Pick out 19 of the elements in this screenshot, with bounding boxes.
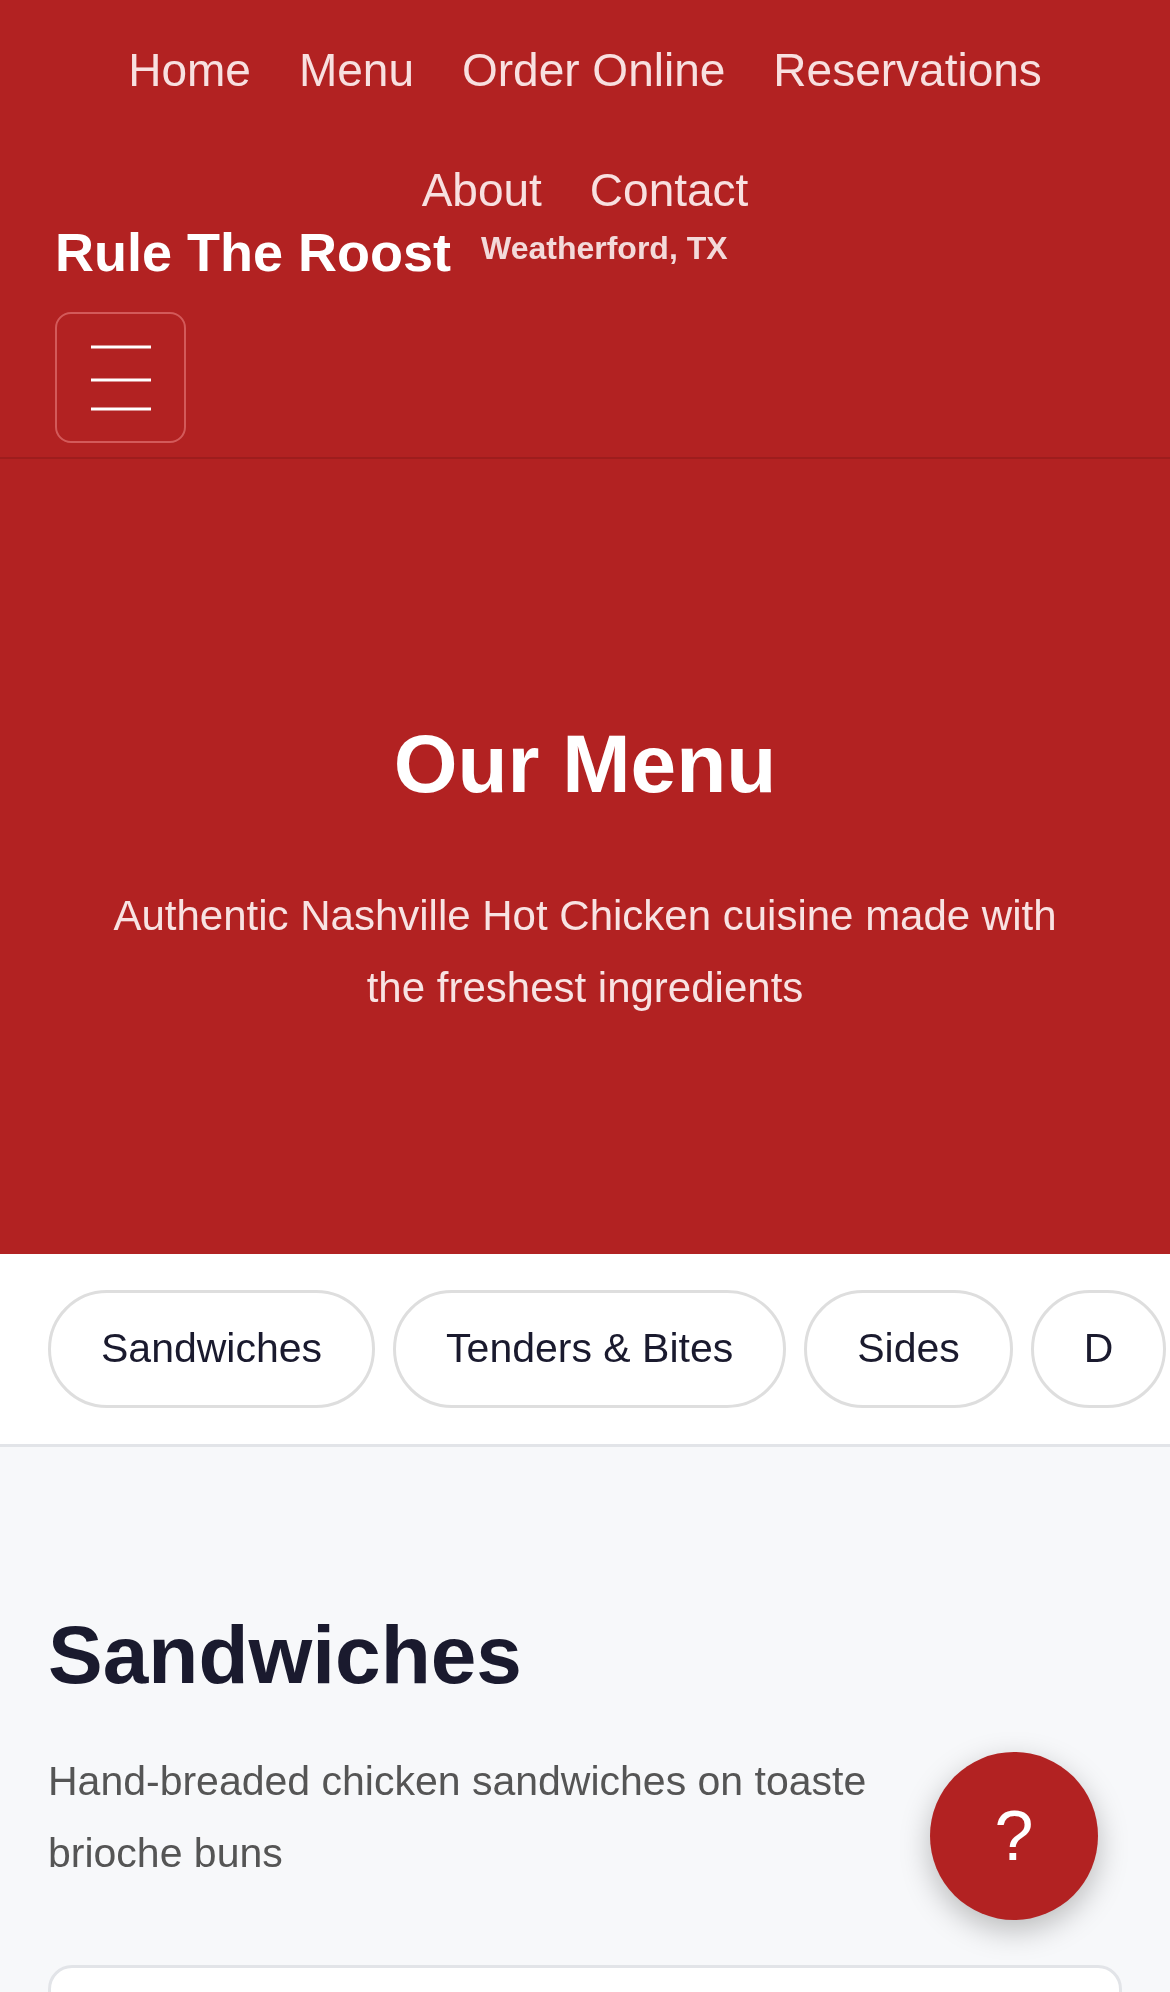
menu-icon bbox=[89, 344, 152, 411]
hero-title: Our Menu bbox=[393, 717, 777, 811]
category-tab[interactable]: Sandwiches bbox=[48, 1290, 376, 1408]
nav-link[interactable]: Menu bbox=[298, 42, 414, 98]
nav-link[interactable]: About bbox=[421, 162, 542, 218]
help-button[interactable]: ? bbox=[930, 1752, 1098, 1920]
section-description: Hand-breaded chicken sandwiches on toaste brioche buns bbox=[48, 1757, 868, 1878]
nav-link[interactable]: Reservations bbox=[773, 42, 1042, 98]
brand-location: Weatherford, TX bbox=[481, 229, 728, 268]
hero-subtitle: Authentic Nashville Hot Chicken cuisine made with the freshest ingredients bbox=[112, 891, 1058, 1013]
nav-link[interactable]: Order Online bbox=[462, 42, 726, 98]
nav-link[interactable]: Home bbox=[128, 42, 251, 98]
nav-link[interactable]: Contact bbox=[589, 162, 749, 218]
category-tab[interactable]: D bbox=[1030, 1290, 1167, 1408]
category-tab[interactable]: Tenders & Bites bbox=[393, 1290, 787, 1408]
category-tab[interactable]: Sides bbox=[804, 1290, 1013, 1408]
brand-name: Rule The Roost bbox=[55, 222, 451, 282]
section-title: Sandwiches bbox=[48, 1608, 523, 1702]
menu-button[interactable] bbox=[55, 312, 186, 443]
